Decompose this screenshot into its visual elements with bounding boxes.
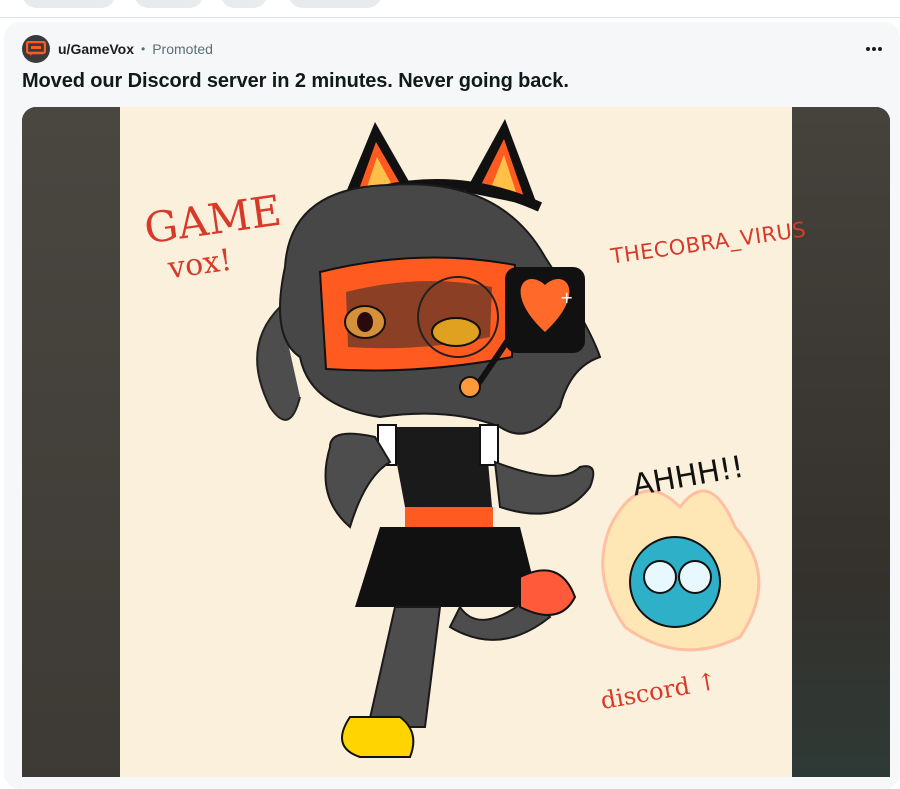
filter-chip[interactable]: [220, 0, 268, 8]
gamevox-logo-icon[interactable]: [22, 35, 50, 63]
media-blur-left: [22, 107, 120, 789]
filter-chips-row: [0, 0, 900, 16]
svg-text:+: +: [560, 288, 573, 307]
promoted-label: Promoted: [152, 41, 213, 57]
separator-dot: •: [141, 42, 146, 56]
filter-chip[interactable]: [134, 0, 204, 8]
divider: [0, 17, 900, 18]
post-author[interactable]: u/GameVox: [58, 41, 134, 57]
more-options-icon[interactable]: [858, 36, 890, 62]
filter-chip[interactable]: [288, 0, 382, 8]
post-media[interactable]: + GAME vox! THECOBRA_VIRUS AHHH!! discor…: [22, 107, 890, 789]
post-title[interactable]: Moved our Discord server in 2 minutes. N…: [22, 70, 569, 93]
filter-chip[interactable]: [22, 0, 116, 8]
post-image[interactable]: + GAME vox! THECOBRA_VIRUS AHHH!! discor…: [120, 107, 808, 777]
media-blur-right: [792, 107, 890, 789]
post-header: u/GameVox • Promoted: [22, 35, 213, 63]
media-bottom-strip: [22, 777, 890, 789]
